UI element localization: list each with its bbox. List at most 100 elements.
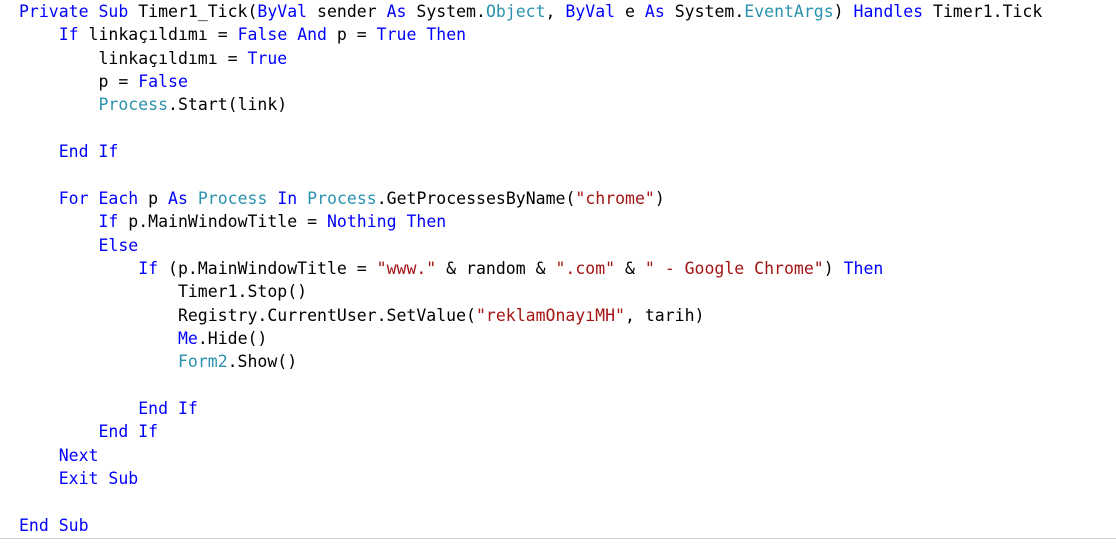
code-line[interactable]: Form2.Show() <box>19 350 297 373</box>
code-text: .Start(link) <box>168 95 288 115</box>
code-keyword: Else <box>98 235 139 255</box>
code-keyword: As <box>644 2 665 21</box>
code-text: .Hide() <box>197 328 268 348</box>
code-keyword: End If <box>98 422 159 442</box>
code-type-name: Process <box>307 188 377 208</box>
code-line[interactable]: End If <box>19 397 198 420</box>
code-keyword: ByVal <box>257 2 308 21</box>
code-line[interactable]: Exit Sub <box>19 467 138 490</box>
code-keyword: If <box>98 212 119 232</box>
code-line[interactable]: If p.MainWindowTitle = Nothing Then <box>19 210 446 233</box>
code-text: ) <box>833 2 854 21</box>
code-keyword: False <box>237 25 288 45</box>
code-type-name: Process <box>197 188 268 208</box>
code-keyword: Me <box>177 328 198 348</box>
code-text: Timer1.Stop() <box>19 282 308 302</box>
code-text: Registry.CurrentUser.SetValue( <box>19 305 476 325</box>
code-string-literal: "chrome" <box>575 188 655 208</box>
code-keyword: And <box>297 25 327 45</box>
code-keyword: Handles <box>853 2 924 21</box>
code-line[interactable]: p = False <box>19 70 188 93</box>
code-line[interactable]: End Sub <box>19 514 89 537</box>
code-text: , <box>545 2 566 21</box>
code-keyword: True <box>376 25 417 45</box>
code-keyword: For Each <box>58 188 139 208</box>
code-keyword: Exit Sub <box>58 469 139 488</box>
code-line[interactable]: End If <box>19 140 119 163</box>
code-type-name: Form2 <box>177 352 228 372</box>
code-line[interactable]: Next <box>19 444 99 467</box>
code-keyword: End Sub <box>19 515 89 535</box>
editor-bottom-border <box>0 538 1116 539</box>
code-text: ) <box>823 258 844 278</box>
code-keyword: True <box>247 48 288 68</box>
code-keyword: Next <box>58 445 99 465</box>
code-line[interactable]: Me.Hide() <box>19 327 267 350</box>
code-string-literal: ".com" <box>555 258 616 278</box>
code-text: Timer1.Tick <box>923 2 1043 21</box>
code-keyword: Then <box>843 258 884 278</box>
code-text: & <box>615 258 645 278</box>
code-line[interactable]: Else <box>19 234 138 257</box>
code-editor[interactable]: Private Sub Timer1_Tick(ByVal sender As … <box>0 0 1116 545</box>
code-text: ) <box>654 188 665 208</box>
code-text: linkaçıldımı = <box>19 48 248 68</box>
code-line[interactable]: Timer1.Stop() <box>19 280 307 303</box>
code-line[interactable]: Registry.CurrentUser.SetValue("reklamOna… <box>19 304 705 327</box>
code-string-literal: "www." <box>376 258 437 278</box>
code-keyword: If <box>138 258 159 278</box>
code-text: .Show() <box>227 352 298 372</box>
code-text: p <box>138 188 169 208</box>
code-line[interactable]: If linkaçıldımı = False And p = True The… <box>19 23 466 46</box>
code-keyword: False <box>138 72 188 92</box>
code-keyword: As <box>386 2 407 21</box>
code-keyword: Nothing <box>326 212 397 232</box>
code-keyword: Then <box>426 25 467 45</box>
code-text: System. <box>406 2 486 21</box>
code-line[interactable]: If (p.MainWindowTitle = "www." & random … <box>19 257 883 280</box>
code-string-literal: "reklamOnayıMH" <box>475 305 625 325</box>
code-keyword: Then <box>406 212 447 232</box>
code-keyword: In <box>277 188 298 208</box>
code-keyword: End If <box>138 398 198 418</box>
code-text: & random & <box>436 258 556 278</box>
code-text: .GetProcessesByName( <box>376 188 576 208</box>
code-text: e <box>615 2 645 21</box>
code-text: (p.MainWindowTitle = <box>158 258 377 278</box>
code-type-name: Object <box>485 2 546 21</box>
code-keyword: Private Sub <box>19 2 129 21</box>
code-line[interactable]: Process.Start(link) <box>19 93 287 116</box>
code-keyword: ByVal <box>565 2 616 21</box>
code-text: p.MainWindowTitle = <box>118 212 327 232</box>
code-text: p = <box>327 25 377 45</box>
code-text: sender <box>307 2 387 21</box>
code-type-name: Process <box>98 95 169 115</box>
code-text: Timer1_Tick( <box>128 2 258 21</box>
code-line[interactable]: For Each p As Process In Process.GetProc… <box>19 187 665 210</box>
code-line[interactable]: Private Sub Timer1_Tick(ByVal sender As … <box>19 0 1042 23</box>
code-line[interactable]: linkaçıldımı = True <box>19 47 287 70</box>
code-string-literal: " - Google Chrome" <box>644 258 824 278</box>
code-line[interactable]: End If <box>19 420 158 443</box>
code-text: , tarih) <box>624 305 705 325</box>
code-text: p = <box>19 72 139 92</box>
code-text: System. <box>664 2 745 21</box>
